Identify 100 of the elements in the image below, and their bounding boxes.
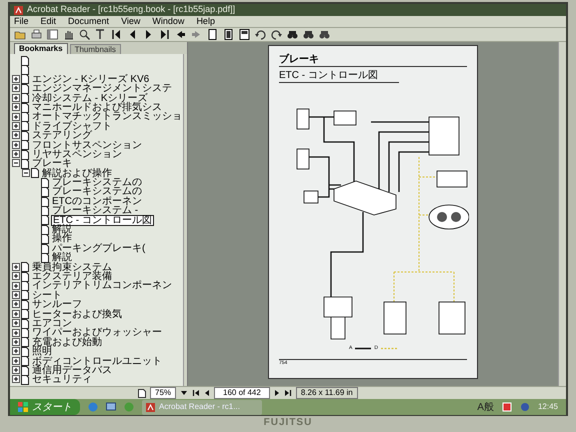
zoom-field[interactable]: 75% xyxy=(150,387,176,399)
bookmark-item[interactable]: ドライブシャフト xyxy=(31,122,113,132)
expander-icon[interactable] xyxy=(12,319,21,328)
text-select-icon[interactable] xyxy=(94,28,107,41)
binoculars-icon[interactable] xyxy=(318,28,331,41)
page-heading: ブレーキ xyxy=(279,54,467,67)
expander-icon[interactable] xyxy=(12,328,21,338)
bookmark-item[interactable]: リヤサスペンション xyxy=(31,150,123,160)
bookmark-item[interactable]: エクステリア装備 xyxy=(31,272,113,282)
windows-logo-icon xyxy=(18,402,28,412)
bookmark-item[interactable]: ブレーキ xyxy=(31,159,73,169)
expander-icon[interactable] xyxy=(12,290,21,300)
app-icon xyxy=(146,402,155,412)
page-size: 8.26 x 11.69 in xyxy=(296,387,358,399)
binoculars-icon[interactable] xyxy=(286,28,299,41)
bookmark-item[interactable]: 解説および操作 xyxy=(41,168,113,178)
page-icon xyxy=(31,168,39,178)
expander-icon[interactable] xyxy=(12,131,21,140)
expander-icon[interactable] xyxy=(12,112,21,122)
bookmark-item[interactable]: ボディコントロールユニット xyxy=(31,356,163,366)
page-subheading: ETC - コントロール図 xyxy=(279,70,399,83)
expander-icon[interactable] xyxy=(12,262,21,272)
menu-item[interactable]: Help xyxy=(196,14,215,28)
bookmark-item[interactable]: サンルーフ xyxy=(31,300,83,310)
bookmark-item[interactable]: ステアリング xyxy=(31,131,93,141)
binoculars-icon[interactable] xyxy=(302,28,315,41)
panel-tab[interactable]: Bookmarks xyxy=(14,43,68,54)
single-page-icon[interactable] xyxy=(206,28,219,41)
bookmark-item[interactable]: 乗員拘束システム xyxy=(31,262,113,272)
fit-width-icon[interactable] xyxy=(238,28,251,41)
expander-icon[interactable] xyxy=(12,282,21,291)
bookmark-item[interactable]: セキュリティ xyxy=(31,375,93,385)
bookmark-item[interactable]: インテリアトリムコンポーネン xyxy=(31,281,173,291)
last-page-icon[interactable] xyxy=(284,389,292,397)
panel-icon[interactable] xyxy=(46,28,59,41)
expander-icon[interactable] xyxy=(12,74,21,84)
dropdown-icon[interactable] xyxy=(180,389,188,397)
panel-tab[interactable]: Thumbnails xyxy=(70,44,121,54)
printer-icon[interactable] xyxy=(30,28,43,41)
fit-page-icon[interactable] xyxy=(222,28,235,41)
expander-icon[interactable] xyxy=(12,375,21,384)
start-button[interactable]: スタート xyxy=(10,399,80,415)
bookmark-item[interactable]: 照明 xyxy=(31,347,53,357)
menu-item[interactable]: Document xyxy=(68,14,110,28)
ime-indicator[interactable]: A般 xyxy=(477,400,494,414)
expander-icon[interactable] xyxy=(12,338,21,347)
clock: 12:45 xyxy=(538,401,558,413)
bookmark-item[interactable]: シート xyxy=(31,290,63,300)
expander-icon[interactable] xyxy=(12,310,21,319)
rotate-icon[interactable] xyxy=(270,28,283,41)
previous-page-icon[interactable] xyxy=(204,389,210,397)
legend-line xyxy=(355,347,372,350)
bookmark-item[interactable]: エンジン - Kシリーズ KV6 xyxy=(31,74,150,84)
page-icon[interactable] xyxy=(138,388,146,398)
menu-item[interactable]: File xyxy=(14,14,29,28)
scrollbar[interactable] xyxy=(558,42,566,386)
expander-icon[interactable] xyxy=(12,300,21,310)
app-icon xyxy=(14,6,23,14)
expander-icon[interactable] xyxy=(12,366,21,376)
bookmark-item[interactable]: ブレーキシステムの xyxy=(51,178,143,188)
bookmark-item[interactable]: マニホールドおよび排気シス xyxy=(31,102,163,112)
bookmark-item[interactable]: 冷却システム - Kシリーズ xyxy=(31,94,149,103)
bookmark-item[interactable]: ブレーキシステムの xyxy=(51,187,143,197)
expander-icon[interactable] xyxy=(12,356,21,366)
expander-icon[interactable] xyxy=(12,140,21,150)
menu-item[interactable]: Edit xyxy=(40,14,56,28)
expander-icon[interactable] xyxy=(12,159,21,168)
bookmark-item[interactable]: ブレーキシステム - xyxy=(51,206,140,216)
expander-icon[interactable] xyxy=(12,347,21,356)
bookmark-item[interactable]: 解説 xyxy=(51,253,73,263)
expander-icon[interactable] xyxy=(12,103,21,112)
expander-icon[interactable] xyxy=(12,94,21,103)
bookmark-item[interactable]: ヒーターおよび換気 xyxy=(31,310,123,319)
bookmark-item[interactable]: ワイパーおよびウォッシャー xyxy=(31,328,163,338)
last-page-icon[interactable] xyxy=(158,28,171,41)
menu-item[interactable]: Window xyxy=(152,14,184,28)
bookmark-item[interactable]: 通信用データバス xyxy=(31,366,113,376)
expander-icon[interactable] xyxy=(12,84,21,94)
bookmark-item[interactable]: ETCのコンポーネン xyxy=(51,196,143,206)
next-page-icon[interactable] xyxy=(274,389,280,397)
expander-icon[interactable] xyxy=(12,272,21,282)
bookmark-item[interactable]: エアコン xyxy=(31,318,73,328)
bookmark-item[interactable]: エンジンマネージメントシステ xyxy=(31,84,173,94)
bookmark-item[interactable]: 解説 xyxy=(51,225,73,234)
zoom-icon[interactable] xyxy=(78,28,91,41)
rotate-icon[interactable] xyxy=(254,28,267,41)
expander-icon[interactable] xyxy=(12,150,21,160)
desktop-icon[interactable] xyxy=(106,402,116,412)
expander-icon[interactable] xyxy=(22,168,31,178)
bookmark-item[interactable]: 充電および始動 xyxy=(31,338,103,348)
tray-icon[interactable] xyxy=(502,402,512,412)
page-number-field[interactable]: 160 of 442 xyxy=(214,387,270,399)
first-page-icon[interactable] xyxy=(110,28,123,41)
bookmark-item[interactable]: オートマチックトランスミッショ xyxy=(31,112,183,122)
bookmark-item[interactable]: フロントサスペンション xyxy=(31,140,143,150)
scrollbar[interactable] xyxy=(183,54,187,386)
first-page-icon[interactable] xyxy=(192,389,200,397)
menu-item[interactable]: View xyxy=(121,14,140,28)
bookmark-item[interactable]: 操作 xyxy=(51,234,73,244)
expander-icon[interactable] xyxy=(12,122,21,131)
